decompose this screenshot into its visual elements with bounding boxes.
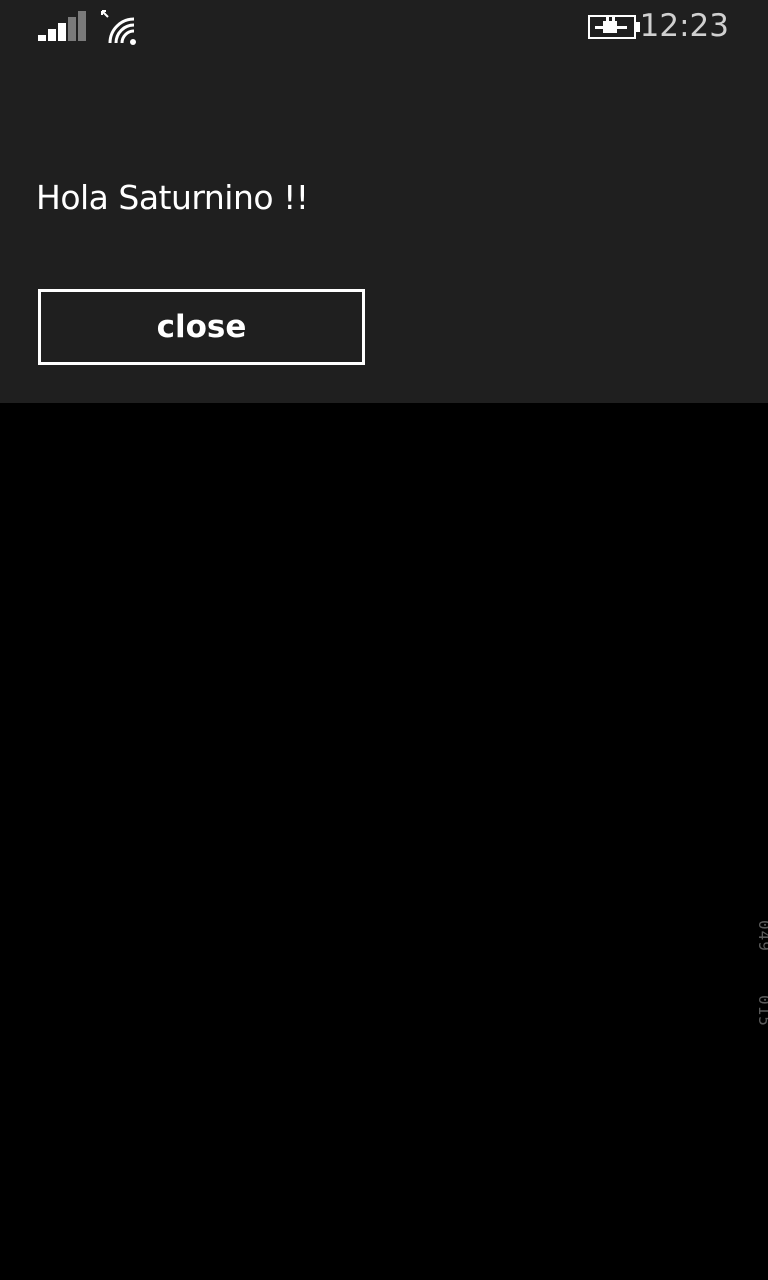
status-bar: 12:23 xyxy=(0,0,768,56)
status-bar-time: 12:23 xyxy=(639,8,729,44)
message-dialog: 12:23 Hola Saturnino !! close xyxy=(0,0,768,403)
close-button[interactable]: close xyxy=(38,289,365,365)
debug-counter-first: 049 xyxy=(755,920,768,952)
phone-screen: 12:23 Hola Saturnino !! close 049 015 xyxy=(0,0,768,1280)
cellular-signal-icon xyxy=(38,11,86,41)
debug-counter-second: 015 xyxy=(755,995,768,1028)
battery-charging-icon xyxy=(588,15,640,39)
dialog-message: Hola Saturnino !! xyxy=(36,178,309,217)
debug-frame-counter: 049 015 xyxy=(755,920,768,1028)
wifi-icon xyxy=(101,10,136,45)
